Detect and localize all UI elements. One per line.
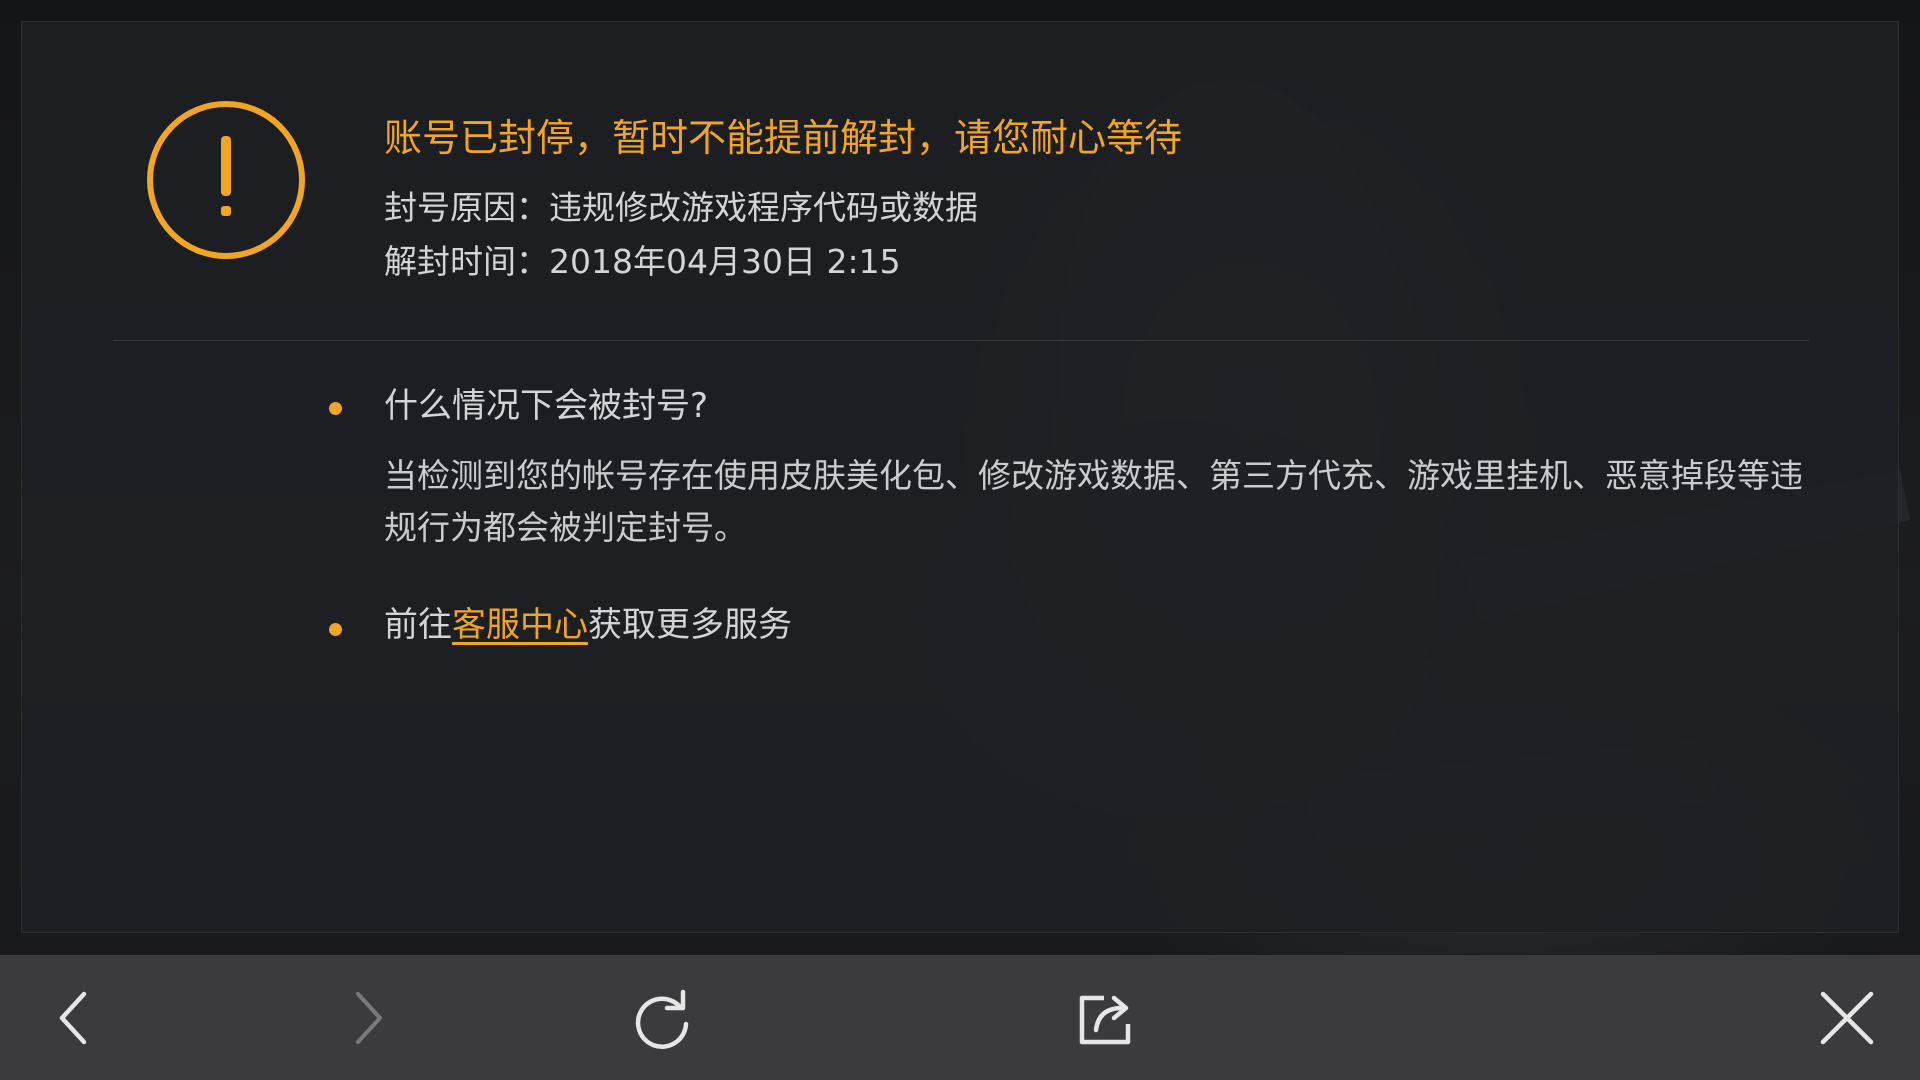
forward-button[interactable]	[308, 955, 428, 1080]
share-button[interactable]	[1046, 955, 1166, 1080]
close-button[interactable]	[1787, 955, 1907, 1080]
exclamation-circle-icon	[147, 101, 305, 259]
ban-reason: 封号原因：违规修改游戏程序代码或数据	[384, 188, 978, 227]
chevron-right-icon	[356, 991, 382, 1044]
refresh-button[interactable]	[603, 955, 723, 1080]
service-suffix: 获取更多服务	[588, 605, 792, 645]
ban-notice-panel: 账号已封停，暂时不能提前解封，请您耐心等待 封号原因：违规修改游戏程序代码或数据…	[21, 21, 1899, 933]
refresh-icon	[635, 989, 689, 1049]
browser-toolbar	[0, 955, 1920, 1080]
bullet-dot	[329, 623, 342, 636]
close-icon	[1820, 991, 1874, 1044]
back-button[interactable]	[14, 955, 134, 1080]
exclamation-dot	[221, 206, 231, 216]
service-prefix: 前往	[384, 605, 452, 645]
faq-question: 什么情况下会被封号?	[384, 386, 709, 426]
customer-service-link[interactable]: 客服中心	[452, 605, 588, 645]
ban-title: 账号已封停，暂时不能提前解封，请您耐心等待	[384, 116, 1183, 160]
exclamation-bar	[221, 136, 231, 196]
service-line: 前往客服中心获取更多服务	[384, 603, 792, 647]
unban-time: 解封时间：2018年04月30日 2:15	[384, 242, 901, 281]
share-icon	[1079, 995, 1131, 1044]
divider	[113, 340, 1809, 341]
faq-answer: 当检测到您的帐号存在使用皮肤美化包、修改游戏数据、第三方代充、游戏里挂机、恶意掉…	[384, 456, 1803, 547]
chevron-left-icon	[59, 991, 87, 1044]
bullet-dot	[329, 402, 342, 415]
